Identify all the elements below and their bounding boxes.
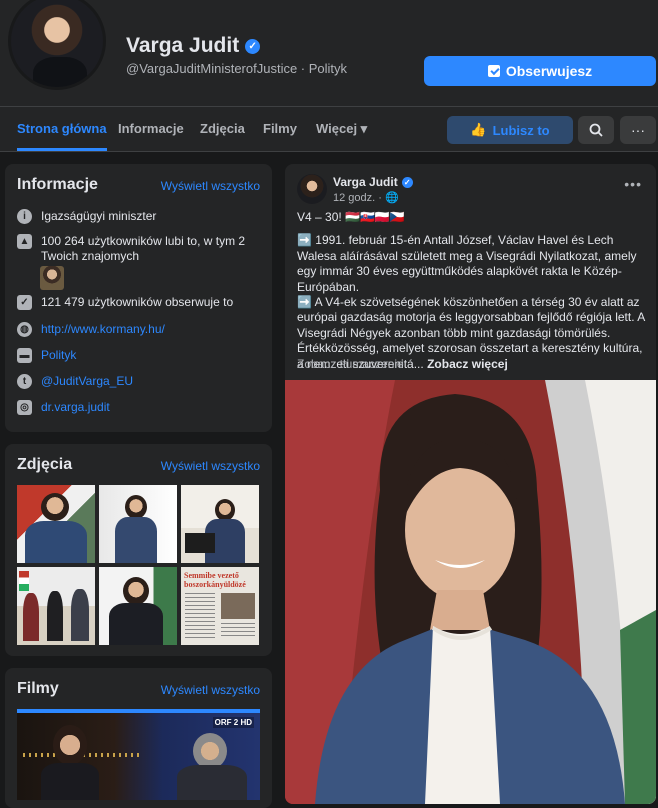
verified-badge-icon: ✓: [245, 38, 261, 54]
tab-photos[interactable]: Zdjęcia: [200, 107, 245, 151]
twitter-icon: t: [17, 374, 32, 389]
see-translation-link[interactable]: Zobacz tłumaczenie: [297, 357, 404, 371]
tab-videos[interactable]: Filmy: [263, 107, 297, 151]
page-title: Varga Judit ✓: [126, 34, 261, 58]
video-thumbnail[interactable]: ORF 2 HD: [17, 709, 260, 800]
profile-name: Varga Judit: [126, 34, 240, 57]
post-body: V4 – 30! 🇭🇺🇸🇰🇵🇱🇨🇿 ➡️ 1991. február 15-én…: [297, 210, 646, 372]
profile-handle: @VargaJuditMinisterofJustice · Polityk: [126, 61, 348, 76]
tab-about[interactable]: Informacje: [118, 107, 184, 151]
photo-thumbnail[interactable]: Semmibe vezető boszorkányüldözé: [181, 567, 259, 645]
info-row-likes: ▲ 100 264 użytkowników lubi to, w tym 2 …: [17, 234, 262, 264]
search-button[interactable]: [578, 116, 614, 144]
profile-header: Varga Judit ✓ @VargaJuditMinisterofJusti…: [0, 0, 658, 106]
photos-see-all-link[interactable]: Wyświetl wszystko: [161, 459, 260, 473]
instagram-link[interactable]: dr.varga.judit: [41, 400, 110, 415]
follow-check-icon: ✓: [17, 295, 32, 310]
info-card-title: Informacje: [17, 176, 98, 193]
info-likes-text: 100 264 użytkowników lubi to, w tym 2 Tw…: [41, 234, 246, 263]
photos-card-title: Zdjęcia: [17, 456, 73, 473]
tab-more[interactable]: Więcej ▾: [316, 107, 367, 151]
category-link[interactable]: Polityk: [41, 348, 76, 363]
post-card: Varga Judit ✓ 12 godz. · 🌐 ••• V4 – 30! …: [285, 164, 656, 804]
instagram-icon: ◎: [17, 400, 32, 415]
thumbs-up-icon: 👍: [470, 122, 487, 137]
info-row-job: i Igazságügyi miniszter: [17, 209, 262, 224]
info-row-twitter: t @JuditVarga_EU: [17, 374, 262, 389]
portrait-illustration: [285, 380, 656, 804]
info-icon: i: [17, 209, 32, 224]
photos-card: Zdjęcia Wyświetl wszystko Semmibe vezető…: [5, 444, 272, 656]
photo-thumbnail[interactable]: [17, 485, 95, 563]
twitter-link[interactable]: @JuditVarga_EU: [41, 374, 133, 389]
info-row-website: ◍ http://www.kormany.hu/: [17, 322, 262, 337]
photo-thumbnail[interactable]: [99, 567, 177, 645]
globe-icon: ◍: [17, 322, 32, 337]
following-button-label: Obserwujesz: [505, 63, 593, 79]
following-check-icon: [487, 65, 500, 77]
post-paragraph: ➡️ 1991. február 15-én Antall József, Vá…: [297, 233, 637, 294]
channel-badge: ORF 2 HD: [212, 717, 254, 728]
profile-avatar[interactable]: [8, 0, 106, 90]
website-link[interactable]: http://www.kormany.hu/: [41, 322, 165, 337]
like-button-label: Lubisz to: [492, 122, 550, 138]
search-icon: [589, 123, 603, 137]
post-timestamp[interactable]: 12 godz. · 🌐: [333, 191, 399, 204]
tab-home[interactable]: Strona główna: [17, 107, 107, 151]
videos-see-all-link[interactable]: Wyświetl wszystko: [161, 683, 260, 697]
see-more-link[interactable]: Zobacz więcej: [427, 357, 508, 371]
more-options-button[interactable]: ···: [620, 116, 656, 144]
thumbs-up-icon: ▲: [17, 234, 32, 249]
info-see-all-link[interactable]: Wyświetl wszystko: [161, 179, 260, 193]
photo-thumbnail[interactable]: [17, 567, 95, 645]
info-job-text: Igazságügyi miniszter: [41, 209, 157, 223]
info-row-instagram: ◎ dr.varga.judit: [17, 400, 262, 415]
newspaper-headline: Semmibe vezető boszorkányüldözé: [184, 571, 246, 589]
page-tabs: Strona główna Informacje Zdjęcia Filmy W…: [0, 106, 658, 152]
post-headline: V4 – 30! 🇭🇺🇸🇰🇵🇱🇨🇿: [297, 210, 405, 224]
following-button[interactable]: Obserwujesz: [424, 56, 656, 86]
post-author-avatar[interactable]: [297, 174, 327, 204]
info-row-followers: ✓ 121 479 użytkowników obserwuje to: [17, 295, 262, 310]
photo-thumbnail[interactable]: [181, 485, 259, 563]
post-photo[interactable]: [285, 380, 656, 804]
videos-card-title: Filmy: [17, 680, 59, 697]
verified-badge-icon: ✓: [401, 176, 413, 188]
post-author: Varga Judit ✓: [333, 175, 413, 189]
category-icon: ▬: [17, 348, 32, 363]
photo-thumbnail[interactable]: [99, 485, 177, 563]
info-followers-text: 121 479 użytkowników obserwuje to: [41, 295, 234, 309]
info-card: Informacje Wyświetl wszystko i Igazságüg…: [5, 164, 272, 432]
friend-avatar[interactable]: [40, 266, 64, 290]
like-button[interactable]: 👍 Lubisz to: [447, 116, 573, 144]
post-options-icon[interactable]: •••: [624, 176, 642, 192]
post-author-name[interactable]: Varga Judit: [333, 175, 398, 189]
more-dots-icon: ···: [631, 122, 645, 138]
info-row-category: ▬ Polityk: [17, 348, 262, 363]
